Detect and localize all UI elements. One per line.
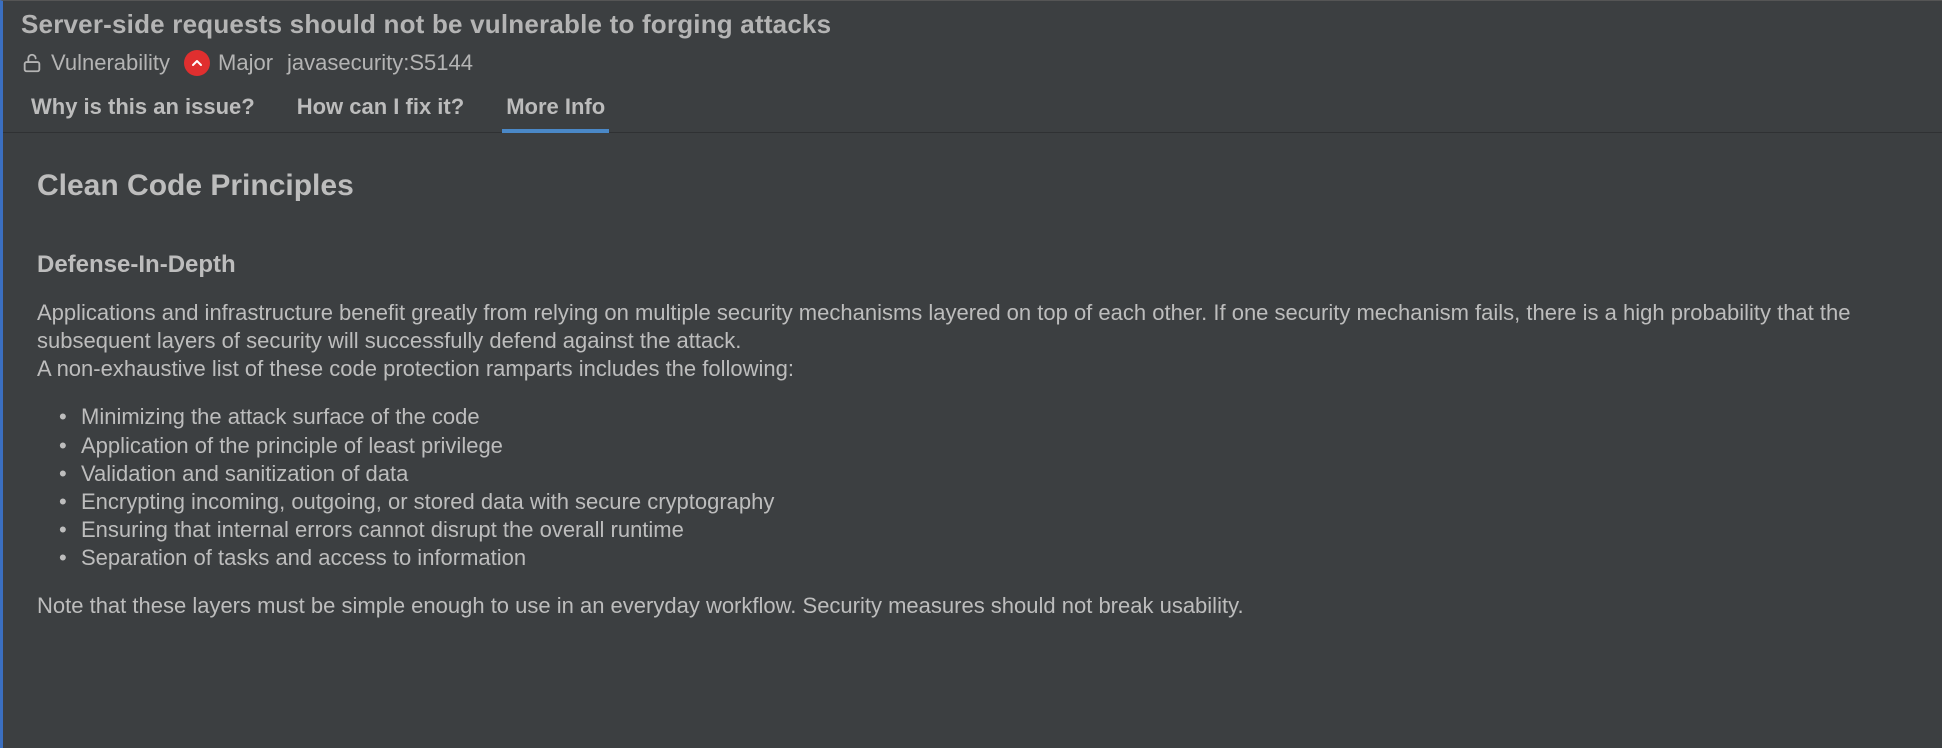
severity-label: Major bbox=[218, 50, 273, 76]
list-item: Minimizing the attack surface of the cod… bbox=[65, 403, 1908, 431]
paragraph: Applications and infrastructure benefit … bbox=[37, 299, 1908, 355]
rule-tabs: Why is this an issue? How can I fix it? … bbox=[3, 86, 1942, 133]
tab-fix[interactable]: How can I fix it? bbox=[293, 86, 468, 132]
principles-list: Minimizing the attack surface of the cod… bbox=[65, 403, 1908, 572]
list-item: Separation of tasks and access to inform… bbox=[65, 544, 1908, 572]
rule-detail-panel: Server-side requests should not be vulne… bbox=[0, 0, 1942, 748]
severity: Major bbox=[184, 50, 273, 76]
rule-meta-row: Vulnerability Major javasecurity:S5144 bbox=[3, 44, 1942, 86]
rule-title: Server-side requests should not be vulne… bbox=[21, 9, 1924, 40]
issue-type-label: Vulnerability bbox=[51, 50, 170, 76]
rule-header: Server-side requests should not be vulne… bbox=[3, 1, 1942, 44]
section-title: Clean Code Principles bbox=[37, 169, 1908, 203]
list-item: Application of the principle of least pr… bbox=[65, 432, 1908, 460]
rule-key: javasecurity:S5144 bbox=[287, 50, 473, 76]
issue-type: Vulnerability bbox=[21, 50, 170, 76]
rule-content[interactable]: Clean Code Principles Defense-In-Depth A… bbox=[3, 133, 1942, 748]
tab-more-info[interactable]: More Info bbox=[502, 86, 609, 132]
list-item: Ensuring that internal errors cannot dis… bbox=[65, 516, 1908, 544]
list-item: Encrypting incoming, outgoing, or stored… bbox=[65, 488, 1908, 516]
severity-major-icon bbox=[184, 50, 210, 76]
list-item: Validation and sanitization of data bbox=[65, 460, 1908, 488]
paragraph: A non-exhaustive list of these code prot… bbox=[37, 355, 1908, 383]
note-paragraph: Note that these layers must be simple en… bbox=[37, 592, 1908, 620]
tab-why[interactable]: Why is this an issue? bbox=[27, 86, 259, 132]
unlock-icon bbox=[21, 52, 43, 74]
subsection-title: Defense-In-Depth bbox=[37, 251, 1908, 279]
